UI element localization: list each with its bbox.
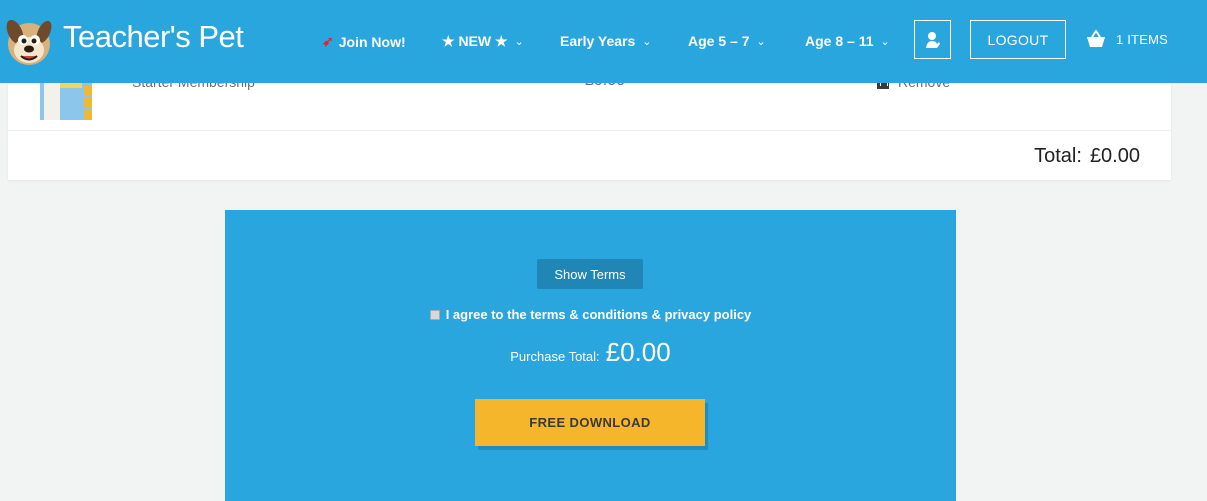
show-terms-button[interactable]: Show Terms xyxy=(537,259,643,289)
user-account-button[interactable] xyxy=(914,20,951,59)
chevron-down-icon: ⌄ xyxy=(514,36,524,48)
purchase-total-label: Purchase Total: xyxy=(510,349,600,364)
logout-button[interactable]: LOGOUT xyxy=(970,20,1066,59)
nav-new[interactable]: ★ NEW ★ ⌄ xyxy=(442,33,524,50)
nav-age-8-11-label: Age 8 – 11 xyxy=(805,33,874,49)
user-icon xyxy=(925,31,940,48)
top-nav-bar: Teacher's Pet ➶ Join Now! ★ NEW ★ ⌄ Earl… xyxy=(0,0,1207,83)
chevron-down-icon: ⌄ xyxy=(880,35,890,48)
cart-link[interactable]: 1 ITEMS xyxy=(1086,30,1168,48)
terms-agreement: I agree to the terms & conditions & priv… xyxy=(225,307,956,322)
rocket-icon: ➶ xyxy=(322,33,334,49)
nav-age-5-7-label: Age 5 – 7 xyxy=(688,33,750,49)
nav-early-years-label: Early Years xyxy=(560,33,636,49)
purchase-total-value: £0.00 xyxy=(605,337,671,367)
checkout-panel: Show Terms I agree to the terms & condit… xyxy=(225,210,956,501)
nav-early-years[interactable]: Early Years ⌄ xyxy=(560,33,651,49)
terms-agreement-label: I agree to the terms & conditions & priv… xyxy=(445,307,752,322)
chevron-down-icon: ⌄ xyxy=(756,35,766,48)
terms-checkbox[interactable] xyxy=(429,309,440,320)
cart-count-label: 1 ITEMS xyxy=(1116,31,1168,47)
nav-new-label: ★ NEW ★ xyxy=(442,33,508,49)
free-download-button[interactable]: FREE DOWNLOAD xyxy=(475,399,705,446)
nav-join-now-label: Join Now! xyxy=(338,33,406,50)
brand-name: Teacher's Pet xyxy=(63,19,244,54)
nav-join-now[interactable]: ➶ Join Now! xyxy=(322,33,406,50)
nav-age-5-7[interactable]: Age 5 – 7 ⌄ xyxy=(688,33,766,49)
cart-total-value: £0.00 xyxy=(1089,145,1140,167)
nav-age-8-11[interactable]: Age 8 – 11 ⌄ xyxy=(805,33,890,49)
basket-icon xyxy=(1087,30,1105,47)
chevron-down-icon: ⌄ xyxy=(642,35,652,48)
cart-total-label: Total: xyxy=(1034,145,1082,167)
dog-logo-icon xyxy=(6,19,52,65)
cart-total: Total: £0.00 xyxy=(1034,145,1140,168)
purchase-total: Purchase Total: £0.00 xyxy=(225,337,956,368)
